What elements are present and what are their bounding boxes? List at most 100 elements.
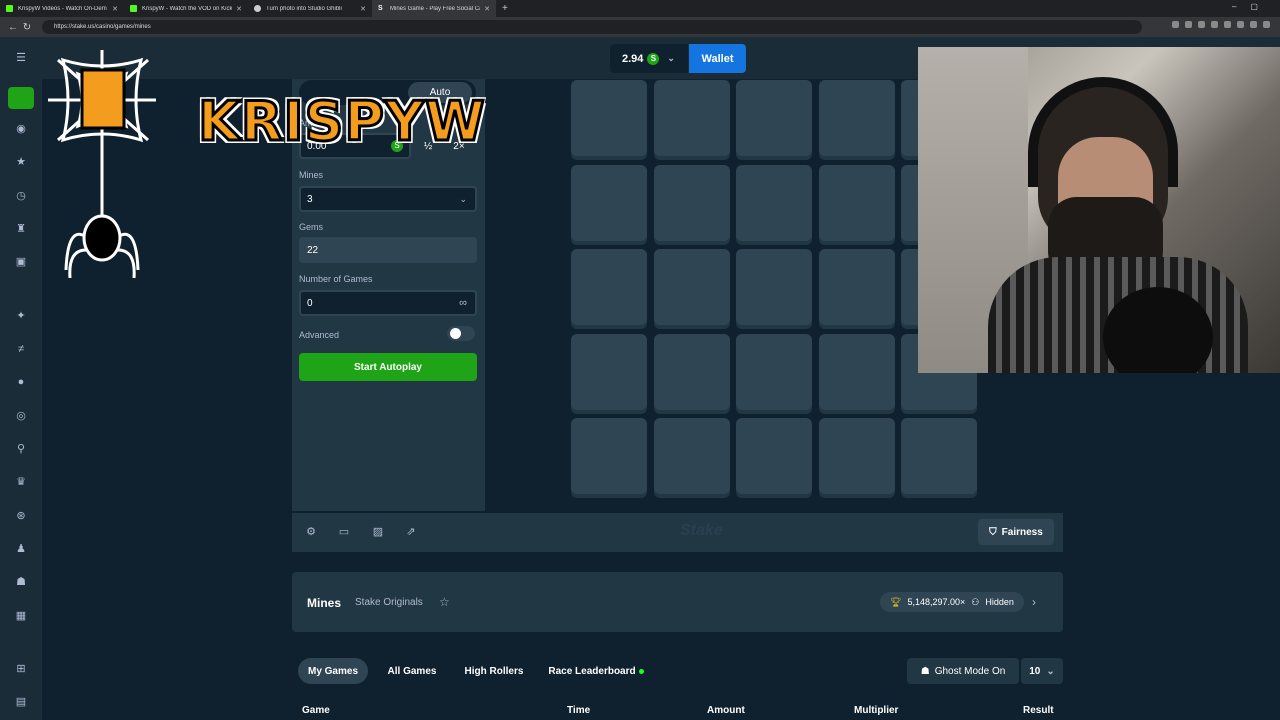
challenges-icon[interactable]: ♜ [14,222,28,236]
theatre-mode-icon[interactable]: ▭ [337,525,351,539]
mine-tile[interactable] [653,164,730,241]
wallet-button[interactable]: Wallet [689,44,746,73]
rows-count-select[interactable]: 10 ⌄ [1021,658,1063,684]
stake-favicon-icon: S [378,5,383,12]
table-games-icon[interactable]: ♟ [14,542,28,556]
browser-tab-bar: KrispyW Videos - Watch On-Dem ✕ KrispyW -… [0,0,1280,17]
fairness-label: Fairness [1001,526,1043,538]
chevron-down-icon: ⌄ [459,193,467,204]
extension-icon[interactable] [1172,21,1179,28]
blog-icon[interactable]: ▤ [14,695,28,709]
chevron-right-icon[interactable]: › [1032,595,1036,609]
number-of-games-value: 0 [307,297,313,309]
close-tab-icon[interactable]: ✕ [236,5,242,13]
menu-icon[interactable]: ☰ [14,51,28,65]
burger-icon[interactable]: ☗ [14,575,28,589]
tab-high-rollers[interactable]: High Rollers [456,658,532,684]
crown-icon[interactable]: ♛ [14,475,28,489]
close-tab-icon[interactable]: ✕ [112,5,118,13]
mine-tile[interactable] [571,333,647,410]
start-autoplay-button[interactable]: Start Autoplay [299,353,477,381]
browser-tab-1[interactable]: KrispyW Videos - Watch On-Dem ✕ [0,0,124,17]
providers-icon[interactable]: ▦ [14,609,28,623]
favourite-star-icon[interactable]: ☆ [439,595,450,609]
stats-icon[interactable]: ▨ [371,525,385,539]
mine-tile[interactable] [571,164,647,241]
mine-tile[interactable] [818,164,895,241]
new-tab-icon[interactable]: + [502,3,508,14]
mine-tile[interactable] [736,164,812,241]
mine-tile[interactable] [818,418,895,494]
balance-value: 2.94 [622,52,644,65]
mine-tile[interactable] [653,249,730,325]
reload-icon[interactable]: ↻ [20,22,34,33]
live-casino-icon[interactable]: ◎ [14,409,28,423]
ghost-mode-button[interactable]: ☗ Ghost Mode On [907,658,1019,684]
mine-tile[interactable] [653,333,730,410]
webcam-overlay [918,47,1280,373]
extension-icon[interactable] [1250,21,1257,28]
browser-tab-3[interactable]: Turn photo into Studio Ghibli ✕ [248,0,372,17]
mine-tile[interactable] [653,418,730,494]
url-field[interactable]: https://stake.us/casino/games/mines [42,20,1142,34]
extension-icon[interactable] [1224,21,1231,28]
extension-icon[interactable] [1198,21,1205,28]
advanced-toggle[interactable] [447,326,475,341]
max-win-badge: 🏆︎ 5,148,297.00× ⚇ Hidden [880,592,1024,612]
extension-icon[interactable] [1237,21,1244,28]
popout-icon[interactable]: ⇗ [404,525,418,539]
extension-icon[interactable] [1211,21,1218,28]
mine-tile[interactable] [736,418,812,494]
tab-race-leaderboard[interactable]: Race Leaderboard [542,658,650,684]
mine-tile[interactable] [653,80,730,156]
column-header-time: Time [567,705,591,716]
kick-favicon-icon [130,5,137,12]
casino-toggle[interactable] [8,87,34,109]
tab-all-games[interactable]: All Games [378,658,446,684]
close-tab-icon[interactable]: ✕ [360,5,366,13]
settings-icon[interactable]: ⚙ [304,525,318,539]
game-shows-icon[interactable]: ⚲ [14,442,28,456]
back-icon[interactable]: ← [6,22,20,33]
tab-my-games[interactable]: My Games [298,658,368,684]
tab-title: Mines Game - Play Free Social Ca [390,5,481,12]
extension-icon[interactable] [1185,21,1192,28]
game-provider[interactable]: Stake Originals [355,597,423,608]
extension-icons [1172,21,1270,28]
browser-tab-4[interactable]: S Mines Game - Play Free Social Ca ✕ [372,0,496,17]
mine-tile[interactable] [736,333,812,410]
originals-icon[interactable]: ≠ [14,342,28,356]
fairness-button[interactable]: ⛉ Fairness [978,519,1054,545]
trophy-icon: 🏆︎ [890,596,902,607]
my-bets-icon[interactable]: ▣ [14,255,28,269]
mine-tile[interactable] [736,249,812,325]
mine-tile[interactable] [818,333,895,410]
chevron-down-icon: ⌄ [667,53,675,63]
chevron-down-icon: ⌄ [1046,665,1055,677]
stake-watermark: Stake [680,522,723,539]
number-of-games-input[interactable]: 0 ∞ [299,290,477,316]
mine-tile[interactable] [571,80,647,156]
logo-text: KRISPYW [197,89,487,155]
shield-icon: ⛉ [989,526,997,538]
gift-icon[interactable]: ⊞ [14,662,28,676]
recent-icon[interactable]: ◷ [14,189,28,203]
extension-icon[interactable] [1263,21,1270,28]
new-releases-icon[interactable]: ✦ [14,309,28,323]
mine-tile[interactable] [818,80,895,156]
mine-tile[interactable] [571,249,647,325]
balance-selector[interactable]: 2.94 S ⌄ [610,44,688,73]
favourites-icon[interactable]: ★ [14,155,28,169]
mine-tile[interactable] [736,80,812,156]
slots-icon[interactable]: ● [14,375,28,389]
mine-tile[interactable] [901,418,977,494]
mine-tile[interactable] [571,418,647,494]
kick-favicon-icon [6,5,13,12]
roulette-icon[interactable]: ⊛ [14,509,28,523]
promotions-icon[interactable]: ◉ [14,122,28,136]
browser-tab-2[interactable]: KrispyW - Watch the VOD on Kick ✕ [124,0,248,17]
window-controls[interactable]: –▢ [1232,2,1272,11]
infinity-icon[interactable]: ∞ [459,297,467,309]
mine-tile[interactable] [818,249,895,325]
close-tab-icon[interactable]: ✕ [484,5,490,13]
